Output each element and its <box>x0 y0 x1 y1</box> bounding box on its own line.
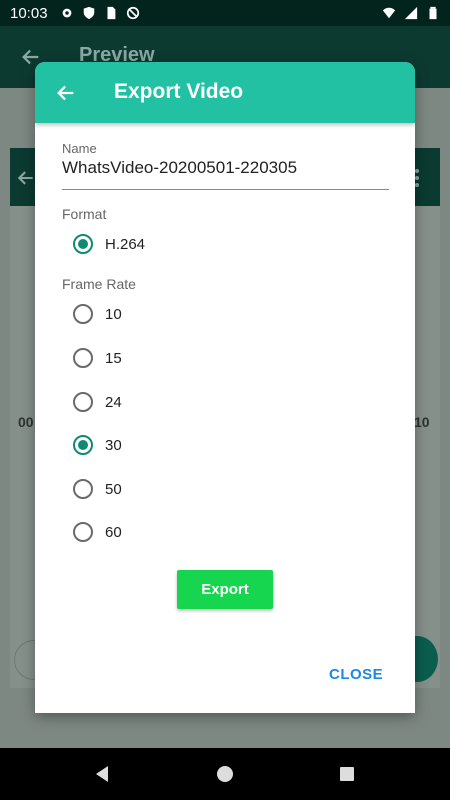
frame-rate-option-50[interactable]: 50 <box>73 477 122 501</box>
preview-left-number: 00 <box>18 414 34 430</box>
status-icons-left <box>60 6 140 20</box>
dialog-header: Export Video <box>35 62 415 123</box>
frame-rate-option-label: 50 <box>105 480 122 498</box>
nav-home-icon[interactable] <box>214 763 236 785</box>
frame-rate-option-label: 10 <box>105 305 122 323</box>
export-video-dialog: Export Video Name WhatsVideo-20200501-22… <box>35 62 415 713</box>
back-arrow-icon[interactable] <box>55 82 77 104</box>
frame-rate-option-30[interactable]: 30 <box>73 433 122 457</box>
radio-button[interactable] <box>73 479 93 499</box>
format-label: Format <box>62 206 107 222</box>
radio-button[interactable] <box>73 234 93 254</box>
radio-button[interactable] <box>73 435 93 455</box>
no-disturb-icon <box>126 6 139 20</box>
name-label: Name <box>62 141 97 156</box>
nav-back-icon[interactable] <box>92 763 114 785</box>
status-bar: 10:03 <box>0 0 450 26</box>
dialog-title: Export Video <box>114 80 244 103</box>
radio-button[interactable] <box>73 304 93 324</box>
wifi-icon <box>382 7 396 19</box>
sim-card-icon <box>107 6 115 20</box>
frame-rate-option-10[interactable]: 10 <box>73 302 122 326</box>
frame-rate-option-15[interactable]: 15 <box>73 346 122 370</box>
nav-recents-icon[interactable] <box>336 763 358 785</box>
frame-rate-label: Frame Rate <box>62 276 136 292</box>
frame-rate-option-60[interactable]: 60 <box>73 520 122 544</box>
frame-rate-option-label: 15 <box>105 349 122 367</box>
signal-icon <box>404 6 418 20</box>
battery-icon <box>429 6 437 20</box>
radio-button[interactable] <box>73 348 93 368</box>
radio-button[interactable] <box>73 522 93 542</box>
radio-button[interactable] <box>73 392 93 412</box>
frame-rate-option-24[interactable]: 24 <box>73 390 122 414</box>
name-field-underline <box>62 189 389 190</box>
close-button[interactable]: CLOSE <box>329 666 383 683</box>
frame-rate-option-label: 24 <box>105 393 122 411</box>
gear-icon <box>62 8 71 18</box>
nav-bar <box>0 748 450 800</box>
name-field[interactable]: WhatsVideo-20200501-220305 <box>62 158 297 178</box>
format-option-label: H.264 <box>105 235 146 253</box>
frame-rate-option-label: 30 <box>105 436 122 454</box>
preview-right-number: 10 <box>414 414 430 430</box>
status-icons-right <box>382 6 440 20</box>
status-time: 10:03 <box>10 4 48 22</box>
frame-rate-option-label: 60 <box>105 523 122 541</box>
shield-icon <box>83 6 94 20</box>
format-option-h264[interactable]: H.264 <box>73 232 145 256</box>
preview-back-icon[interactable] <box>16 168 36 188</box>
export-button[interactable]: Export <box>177 570 273 609</box>
